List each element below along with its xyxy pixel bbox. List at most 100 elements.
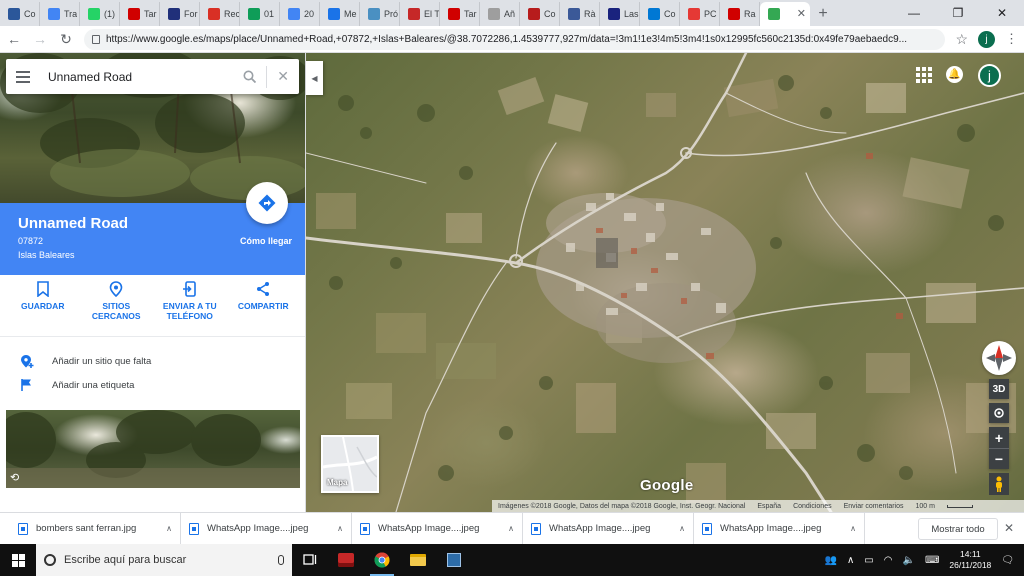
browser-tab[interactable]: Rec (200, 2, 240, 26)
browser-tab[interactable]: PC (680, 2, 720, 26)
browser-tab[interactable]: Co (0, 2, 40, 26)
nearby-button[interactable]: SITIOS CERCANOS (81, 281, 151, 336)
compass-icon[interactable] (982, 341, 1016, 375)
microphone-icon[interactable] (278, 555, 284, 565)
people-icon[interactable]: 👥 (825, 555, 837, 566)
save-label: GUARDAR (21, 301, 65, 311)
terms-link[interactable]: Condiciones (793, 503, 832, 510)
chrome-taskbar-icon[interactable] (364, 544, 400, 576)
map-layer-switcher[interactable]: Mapa (321, 435, 379, 493)
send-to-phone-button[interactable]: ENVIAR A TU TELÉFONO (155, 281, 225, 336)
download-item[interactable]: WhatsApp Image....jpeg ∧ (352, 512, 523, 545)
wifi-icon[interactable]: ◠ (884, 555, 893, 566)
notifications-bell-icon[interactable]: 🔔 (946, 66, 963, 83)
street-view-pegman-icon[interactable] (989, 473, 1009, 495)
browser-tab[interactable]: For (160, 2, 200, 26)
download-options-chevron-icon[interactable]: ∧ (508, 524, 514, 533)
windows-start-button[interactable] (0, 544, 36, 576)
nearby-pin-icon (109, 281, 123, 297)
taskbar-app-blue-icon[interactable] (436, 544, 472, 576)
download-options-chevron-icon[interactable]: ∧ (850, 524, 856, 533)
browser-tab[interactable]: Las (600, 2, 640, 26)
my-location-button[interactable] (989, 403, 1009, 423)
keyboard-icon[interactable]: ⌨ (925, 555, 939, 566)
browser-tab[interactable]: Tar (120, 2, 160, 26)
address-bar[interactable]: https://www.google.es/maps/place/Unnamed… (84, 28, 946, 50)
satellite-map[interactable]: 🔔 j 3D + − Mapa Google Imágenes ©2018 Go… (306, 53, 1024, 512)
browser-tab[interactable]: Ra (720, 2, 760, 26)
directions-label[interactable]: Cómo llegar (233, 236, 299, 246)
tab-google-maps[interactable]: ✕ (760, 2, 810, 26)
browser-tab[interactable]: Tra (40, 2, 80, 26)
download-options-chevron-icon[interactable]: ∧ (679, 524, 685, 533)
browser-menu-icon[interactable]: ⋮ (1005, 31, 1018, 47)
battery-icon[interactable]: ▭ (864, 555, 873, 566)
browser-tab[interactable]: Pró (360, 2, 400, 26)
browser-tab[interactable]: Tar (440, 2, 480, 26)
close-window-icon[interactable]: ✕ (980, 0, 1024, 26)
download-item[interactable]: WhatsApp Image....jpeg ∧ (523, 512, 694, 545)
zoom-in-button[interactable]: + (989, 427, 1009, 448)
taskbar-app-red-icon[interactable] (328, 544, 364, 576)
tilt-3d-button[interactable]: 3D (989, 379, 1009, 399)
task-view-icon[interactable] (292, 544, 328, 576)
map-profile-avatar[interactable]: j (978, 64, 1001, 87)
download-item[interactable]: WhatsApp Image....jpeg ∧ (694, 512, 865, 545)
tab-label: Co (664, 9, 676, 19)
reload-icon[interactable]: ↻ (58, 31, 74, 47)
new-tab-button[interactable]: + (810, 2, 836, 26)
browser-tab[interactable]: Me (320, 2, 360, 26)
feedback-link[interactable]: Enviar comentarios (844, 503, 904, 510)
scale-label[interactable]: 100 m (916, 503, 935, 510)
browser-tab[interactable]: El T (400, 2, 440, 26)
tray-chevron-up-icon[interactable]: ∧ (847, 555, 854, 566)
taskbar-search-box[interactable]: Escribe aquí para buscar (36, 544, 292, 576)
browser-tab[interactable]: Co (640, 2, 680, 26)
download-filename: bombers sant ferran.jpg (36, 523, 137, 534)
browser-tab[interactable]: (1) (80, 2, 120, 26)
download-options-chevron-icon[interactable]: ∧ (337, 524, 343, 533)
browser-tab[interactable]: Co (520, 2, 560, 26)
directions-button[interactable] (246, 182, 288, 224)
map-attribution-bar: Imágenes ©2018 Google, Datos del mapa ©2… (492, 500, 1024, 512)
country-link[interactable]: España (757, 503, 781, 510)
collapse-panel-button[interactable]: ◀ (306, 61, 323, 95)
bookmark-star-icon[interactable]: ☆ (955, 31, 968, 48)
save-button[interactable]: GUARDAR (8, 281, 78, 336)
url-text[interactable]: https://www.google.es/maps/place/Unnamed… (106, 34, 907, 45)
taskbar-clock[interactable]: 14:11 26/11/2018 (949, 549, 991, 571)
show-all-downloads-button[interactable]: Mostrar todo (918, 518, 998, 540)
share-button[interactable]: COMPARTIR (228, 281, 298, 336)
zoom-out-button[interactable]: − (989, 448, 1009, 469)
clear-search-icon[interactable]: ✕ (277, 68, 289, 85)
add-label-link[interactable]: Añadir una etiqueta (0, 373, 305, 397)
file-explorer-icon[interactable] (400, 544, 436, 576)
browser-tab[interactable]: Añ (480, 2, 520, 26)
browser-tab[interactable]: 01 (240, 2, 280, 26)
volume-icon[interactable]: 🔈 (902, 555, 914, 566)
download-item[interactable]: WhatsApp Image....jpeg ∧ (181, 512, 352, 545)
close-tab-icon[interactable]: ✕ (797, 7, 806, 20)
forward-arrow-icon[interactable]: → (32, 31, 48, 47)
browser-tab[interactable]: 20 (280, 2, 320, 26)
minimize-icon[interactable]: — (892, 0, 936, 26)
action-center-icon[interactable]: 🗨 (1001, 555, 1014, 566)
google-apps-icon[interactable] (916, 67, 932, 83)
back-arrow-icon[interactable]: ← (6, 31, 22, 47)
profile-avatar[interactable]: j (978, 30, 995, 48)
download-item[interactable]: bombers sant ferran.jpg ∧ (10, 512, 181, 545)
tab-favicon-icon (208, 8, 220, 20)
search-icon[interactable] (243, 70, 257, 83)
window-controls: — ❐ ✕ (892, 0, 1024, 26)
tab-label: Co (24, 9, 36, 19)
close-downloads-icon[interactable]: ✕ (1004, 521, 1014, 535)
menu-hamburger-icon[interactable] (16, 70, 30, 83)
add-place-icon (21, 355, 34, 368)
search-input[interactable] (48, 69, 244, 84)
download-options-chevron-icon[interactable]: ∧ (166, 524, 172, 533)
restore-icon[interactable]: ❐ (936, 0, 980, 26)
add-missing-place-link[interactable]: Añadir un sitio que falta (0, 349, 305, 373)
street-view-photo[interactable]: ⟲ (6, 410, 300, 488)
browser-tab[interactable]: Rà (560, 2, 600, 26)
tab-label: Ra (744, 9, 756, 19)
